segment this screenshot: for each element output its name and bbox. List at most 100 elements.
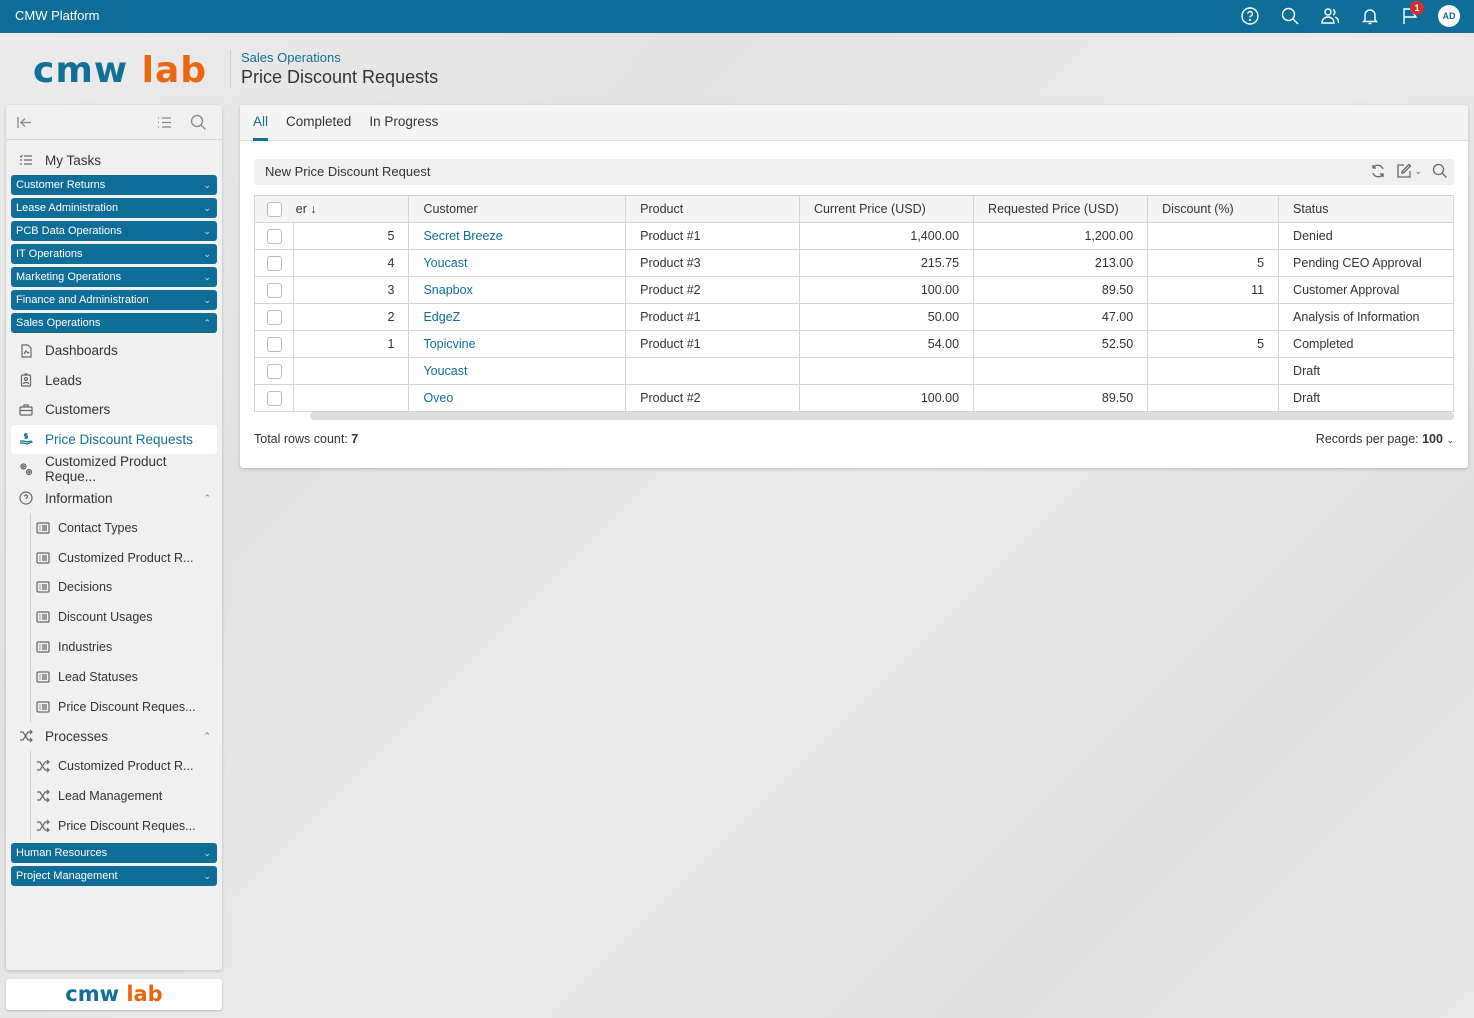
- chevron-down-icon: ⌄: [1446, 435, 1454, 445]
- search-icon[interactable]: [1432, 163, 1448, 179]
- sidebar-group-pcb-data-operations[interactable]: PCB Data Operations ⌄: [11, 221, 217, 241]
- sidebar-item-dashboards[interactable]: Dashboards: [11, 336, 217, 366]
- search-button[interactable]: [1270, 4, 1310, 28]
- cell-status: Analysis of Information: [1278, 303, 1454, 331]
- sidebar-group-it-operations[interactable]: IT Operations ⌄: [11, 244, 217, 264]
- table-row[interactable]: 3 Snapbox Product #2 100.00 89.50 11 Customer …: [253, 276, 1454, 304]
- sidebar-folder-information[interactable]: Information ⌃: [11, 484, 217, 514]
- cell-customer[interactable]: Topicvine: [408, 330, 627, 358]
- shuffle-icon: [36, 759, 50, 773]
- table-row[interactable]: 4 Youcast Product #3 215.75 213.00 5 Pending C…: [253, 249, 1454, 277]
- cell-requested-price: 89.50: [973, 384, 1149, 412]
- sidebar-item-leads[interactable]: Leads: [11, 366, 217, 396]
- sidebar-group-lease-administration[interactable]: Lease Administration ⌄: [11, 198, 217, 218]
- table-row[interactable]: 5 Secret Breeze Product #1 1,400.00 1,200.00…: [253, 222, 1454, 250]
- messages-button[interactable]: 1: [1390, 1, 1430, 28]
- cell-product: Product #3: [625, 249, 800, 277]
- logo: cmw lab: [33, 50, 208, 91]
- tab-bar: All Completed In Progress: [240, 105, 1468, 141]
- sidebar-item-my-tasks[interactable]: My Tasks: [6, 145, 222, 175]
- notifications-button[interactable]: [1350, 4, 1390, 28]
- edit-menu-button[interactable]: ⌄: [1396, 163, 1422, 179]
- list-view-button[interactable]: [156, 114, 173, 134]
- row-checkbox[interactable]: [267, 336, 282, 352]
- cell-customer[interactable]: Youcast: [408, 357, 627, 385]
- cell-customer[interactable]: Oveo: [408, 384, 627, 412]
- table-row[interactable]: Oveo Product #2 100.00 89.50 Draft: [253, 384, 1454, 412]
- cell-status: Draft: [1278, 384, 1454, 412]
- table-row[interactable]: Youcast Draft: [253, 357, 1454, 385]
- cell-number: 3: [293, 276, 410, 304]
- column-header-customer[interactable]: Customer: [408, 195, 627, 223]
- column-header-er[interactable]: er ↓: [293, 195, 410, 223]
- sidebar-group-customer-returns[interactable]: Customer Returns ⌄: [11, 175, 217, 195]
- column-header-status[interactable]: Status: [1278, 195, 1454, 223]
- sidebar-subitem-decisions[interactable]: Decisions: [6, 572, 222, 603]
- data-table: er ↓ Customer Product Current Price (USD) Re…: [253, 195, 1454, 412]
- records-per-page[interactable]: Records per page: 100 ⌄: [1316, 432, 1454, 446]
- sidebar-subitem-industries[interactable]: Industries: [6, 632, 222, 662]
- cell-status: Pending CEO Approval: [1278, 249, 1454, 277]
- sidebar-group-finance-and-administration[interactable]: Finance and Administration ⌄: [11, 290, 217, 310]
- cell-status: Customer Approval: [1278, 276, 1454, 304]
- shuffle-icon: [36, 819, 50, 833]
- table-row[interactable]: 2 EdgeZ Product #1 50.00 47.00 Analysis of In…: [253, 303, 1454, 331]
- sidebar-subitem-contact-types[interactable]: Contact Types: [6, 513, 222, 543]
- cell-status: Denied: [1278, 222, 1454, 250]
- sidebar-item-price-discount-requests[interactable]: Price Discount Requests: [11, 424, 217, 454]
- sidebar-group-marketing-operations[interactable]: Marketing Operations ⌄: [11, 267, 217, 287]
- sidebar-subitem-customized-product-r[interactable]: Customized Product R...: [6, 751, 222, 781]
- sidebar-subitem-price-discount-reques[interactable]: Price Discount Reques...: [6, 691, 222, 722]
- cell-current-price: 54.00: [798, 330, 975, 358]
- refresh-icon[interactable]: [1370, 163, 1386, 179]
- collapse-sidebar-button[interactable]: [16, 114, 33, 134]
- tab-completed[interactable]: Completed: [286, 105, 351, 140]
- chevron-down-icon: ⌄: [203, 847, 211, 858]
- sidebar-subitem-price-discount-reques[interactable]: Price Discount Reques...: [6, 810, 222, 841]
- table-toolbar: New Price Discount Request ⌄: [254, 159, 1454, 185]
- sidebar-subitem-lead-statuses[interactable]: Lead Statuses: [6, 661, 222, 692]
- cell-customer[interactable]: EdgeZ: [408, 303, 627, 331]
- column-header-product[interactable]: Product: [625, 195, 800, 223]
- column-header-discount[interactable]: Discount (%): [1147, 195, 1280, 223]
- cell-customer[interactable]: Snapbox: [408, 276, 627, 304]
- breadcrumb[interactable]: Sales Operations: [241, 50, 438, 65]
- sidebar-group-sales-operations[interactable]: Sales Operations ⌃: [11, 313, 217, 333]
- tab-all[interactable]: All: [253, 105, 269, 141]
- cell-customer[interactable]: Youcast: [408, 249, 627, 277]
- sidebar-subitem-lead-management[interactable]: Lead Management: [6, 780, 222, 811]
- sidebar-subitem-customized-product-r[interactable]: Customized Product R...: [6, 542, 222, 573]
- sidebar-subitem-discount-usages[interactable]: Discount Usages: [6, 602, 222, 633]
- table-row[interactable]: 1 Topicvine Product #1 54.00 52.50 5 Completed: [253, 330, 1454, 358]
- row-checkbox[interactable]: [267, 363, 282, 379]
- select-all-checkbox[interactable]: [267, 201, 282, 217]
- tab-in-progress[interactable]: In Progress: [369, 105, 438, 140]
- sidebar-item-customers[interactable]: Customers: [11, 395, 217, 425]
- users-button[interactable]: [1310, 4, 1350, 28]
- row-checkbox[interactable]: [267, 282, 282, 298]
- row-checkbox[interactable]: [267, 255, 282, 271]
- list-table-icon: [36, 700, 50, 714]
- avatar[interactable]: AD: [1438, 5, 1460, 27]
- column-header-current-price-usd[interactable]: Current Price (USD): [798, 195, 975, 223]
- row-checkbox[interactable]: [267, 309, 282, 325]
- row-checkbox[interactable]: [267, 228, 282, 244]
- cell-requested-price: 89.50: [973, 276, 1149, 304]
- new-request-button[interactable]: New Price Discount Request: [265, 164, 430, 179]
- footer-logo: cmw lab: [6, 979, 222, 1010]
- sidebar-item-customized-product-requests[interactable]: Customized Product Reque...: [11, 454, 217, 484]
- top-bar: CMW Platform 1 AD: [0, 0, 1474, 33]
- briefcase-icon: [19, 403, 33, 417]
- chevron-up-icon: ⌃: [203, 492, 211, 503]
- column-header-requested-price-usd[interactable]: Requested Price (USD): [973, 195, 1149, 223]
- cell-status: Draft: [1278, 357, 1454, 385]
- page-title: Price Discount Requests: [241, 67, 439, 87]
- sidebar-folder-processes[interactable]: Processes ⌃: [11, 722, 217, 752]
- row-checkbox[interactable]: [267, 390, 282, 406]
- sidebar-group-project-management[interactable]: Project Management ⌄: [11, 866, 217, 887]
- help-button[interactable]: [1230, 4, 1270, 28]
- horizontal-scrollbar[interactable]: [310, 412, 1454, 420]
- cell-customer[interactable]: Secret Breeze: [408, 222, 627, 250]
- sidebar-group-human-resources[interactable]: Human Resources ⌄: [11, 843, 217, 864]
- sidebar-search-button[interactable]: [190, 114, 207, 134]
